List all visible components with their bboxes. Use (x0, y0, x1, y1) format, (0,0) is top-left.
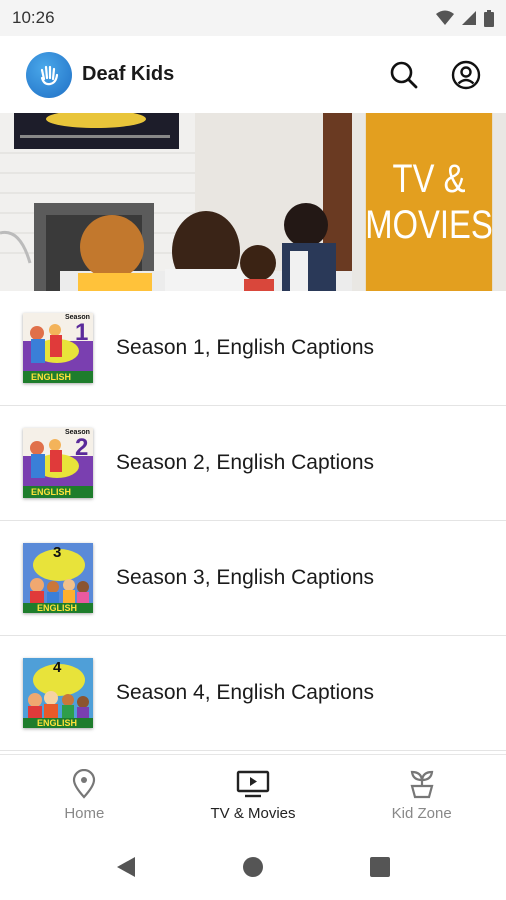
thumbnail-caption: ENGLISH (31, 487, 72, 497)
status-bar: 10:26 (0, 0, 506, 36)
nav-item-tv-movies[interactable]: TV & Movies (169, 755, 338, 835)
season-label: Season 4, English Captions (116, 681, 374, 704)
family-watching-tv-image (0, 113, 352, 291)
hero-banner[interactable]: TV & MOVIES (0, 113, 506, 291)
hero-title-line2: MOVIES (365, 203, 493, 247)
season-list-item-3[interactable]: 3 ENGLISH Season 3, English Captions (0, 521, 506, 636)
battery-icon (484, 9, 494, 27)
status-icons (436, 9, 494, 27)
nav-label-tv-movies: TV & Movies (210, 804, 296, 822)
account-button[interactable] (446, 55, 486, 95)
account-icon (451, 60, 481, 89)
season-badge-number: 1 (75, 319, 89, 346)
season-3-thumbnail: 3 ENGLISH (23, 543, 93, 613)
app-logo (26, 51, 72, 98)
thumbnail-caption: ENGLISH (31, 372, 72, 382)
season-label: Season 3, English Captions (116, 566, 374, 589)
search-button[interactable] (384, 55, 424, 95)
season-list-item-1[interactable]: Season 1 ENGLISH Season 1, English Capti… (0, 291, 506, 406)
season-4-thumbnail: 4 ENGLISH (23, 658, 93, 728)
season-label: Season 1, English Captions (116, 336, 374, 359)
app-title: Deaf Kids (82, 63, 175, 85)
hand-logo-icon (40, 65, 59, 85)
season-list: Season 1 ENGLISH Season 1, English Capti… (0, 291, 506, 751)
sprout-pot-icon (410, 770, 434, 798)
home-circle-icon[interactable] (242, 856, 264, 878)
season-1-thumbnail: Season 1 ENGLISH (23, 313, 93, 383)
hero-title-panel: TV & MOVIES (365, 113, 493, 291)
thumbnail-caption: ENGLISH (37, 718, 78, 728)
hero-title-line1: TV & (392, 157, 466, 201)
bottom-navigation: Home TV & Movies Kid Zone (0, 754, 506, 835)
season-badge-number: 3 (53, 544, 62, 561)
system-navigation-bar (0, 834, 506, 900)
season-list-item-2[interactable]: Season 2 ENGLISH Season 2, English Capti… (0, 406, 506, 521)
season-2-thumbnail: Season 2 ENGLISH (23, 428, 93, 498)
signal-icon (462, 11, 476, 25)
app-bar: Deaf Kids (0, 36, 506, 113)
nav-item-kid-zone[interactable]: Kid Zone (337, 755, 506, 835)
nav-item-home[interactable]: Home (0, 755, 169, 835)
tv-play-icon (236, 770, 270, 797)
location-pin-icon (73, 768, 96, 799)
season-badge-number: 2 (75, 434, 89, 461)
status-time: 10:26 (12, 8, 55, 27)
season-list-item-4[interactable]: 4 ENGLISH Season 4, English Captions (0, 636, 506, 751)
thumbnail-caption: ENGLISH (37, 603, 78, 613)
search-icon (390, 61, 418, 88)
wifi-icon (436, 10, 454, 25)
recents-square-icon[interactable] (369, 856, 391, 878)
nav-label-kid-zone: Kid Zone (391, 804, 452, 822)
season-badge-number: 4 (53, 659, 62, 676)
season-label: Season 2, English Captions (116, 451, 374, 474)
back-icon[interactable] (115, 855, 137, 879)
nav-label-home: Home (64, 804, 105, 822)
